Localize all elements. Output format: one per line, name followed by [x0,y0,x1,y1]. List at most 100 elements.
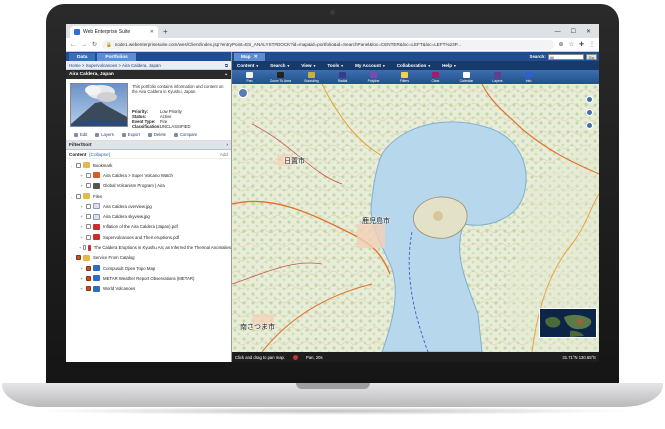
tree-checkbox[interactable] [86,234,91,240]
expand-toggle-icon[interactable]: + [79,214,84,219]
url-field[interactable]: 🔒 node1.webenterprisesuite.com/wes/Clien… [102,39,554,50]
map-view[interactable]: 日置市 鹿児島市 南さつま市 [232,84,599,352]
tree-checkbox[interactable] [86,275,91,281]
tool-clear[interactable]: Clear [421,71,450,83]
tool-info[interactable]: Info [514,71,543,83]
tree-checkbox[interactable] [76,255,81,261]
tree-label[interactable]: The Caldera Eruptions in Kyushu Arc as I… [94,245,231,250]
close-map-tab-icon[interactable]: ✕ [254,55,258,60]
tree-row[interactable]: + The Caldera Eruptions in Kyushu Arc as … [66,242,231,252]
zoom-level-icon[interactable] [586,109,593,116]
tool-radial[interactable]: Radial [328,71,357,83]
forward-icon[interactable]: → [81,42,87,48]
pan-compass-icon[interactable] [238,88,248,98]
tree-label[interactable]: Aira Caldera > Super Volcano Watch [103,173,173,178]
menu-content[interactable]: Content [237,63,254,68]
go-button[interactable]: Go [585,53,597,60]
tree-label[interactable]: Global Volcanism Program | Aira [103,183,165,188]
overview-map[interactable] [539,308,597,338]
menu-tools[interactable]: Tools [327,63,339,68]
breadcrumb-text[interactable]: Home > Supervolcanoes > Aira Caldera, Ja… [69,63,161,68]
zoom-out-icon[interactable] [586,122,593,129]
search-scope-select[interactable]: All [547,53,584,60]
delete-button[interactable]: Delete [147,132,166,137]
tool-zoom-to-area[interactable]: Zoom To Area [266,71,295,83]
tree-label[interactable]: Bookmark [93,163,112,168]
tree-label[interactable]: Files [93,194,102,199]
bookmark-star-icon[interactable]: ☆ [569,41,574,48]
tool-pan[interactable]: Pan [235,71,264,83]
tree-row[interactable]: + Supervolcanoes and Their eruptions.pdf [66,232,231,242]
tree-label[interactable]: Aira Caldera skyview.jpg [103,214,150,219]
expand-toggle-icon[interactable]: + [79,173,84,178]
tree-checkbox[interactable] [86,286,91,292]
tree-row[interactable]: + Aira Caldera overview.jpg [66,201,231,211]
close-tab-icon[interactable]: ✕ [150,29,154,35]
record-icon[interactable] [293,354,299,360]
popout-icon[interactable]: ⧉ [225,63,228,68]
tree-row[interactable]: + Aira Caldera skyview.jpg [66,211,231,221]
tool-filters[interactable]: Filters [390,71,419,83]
tree-label[interactable]: World Volcanoes [103,286,135,291]
tab-data[interactable]: Data [69,53,96,61]
tree-row[interactable]: + Compusult Open Topo Map [66,263,231,273]
tree-checkbox[interactable] [76,193,81,199]
expand-toggle-icon[interactable]: - [69,255,74,260]
tree-checkbox[interactable] [83,245,87,251]
menu-dots-icon[interactable]: ⋮ [589,41,595,48]
tree-row[interactable]: + METAR Weather Report Observations (META… [66,273,231,283]
tool-polyline[interactable]: Polyline [359,71,388,83]
expand-toggle-icon[interactable]: - [69,163,74,168]
expand-toggle-icon[interactable]: - [69,194,74,199]
menu-view[interactable]: View [301,63,311,68]
compare-button[interactable]: Compare [174,132,197,137]
reload-icon[interactable]: ↻ [92,41,97,48]
menu-help[interactable]: Help [442,63,452,68]
collapse-link[interactable]: [Collapse] [89,152,109,157]
layers-button[interactable]: Layers [95,132,114,137]
tree-checkbox[interactable] [86,214,91,220]
volcano-thumbnail[interactable] [70,83,128,127]
tree-row[interactable]: + Inflation of the Aira Caldera (Japan).p… [66,222,231,232]
tool-calendar[interactable]: Calendar [452,71,481,83]
tree-row[interactable]: + Aira Caldera > Super Volcano Watch [66,170,231,180]
tree-checkbox[interactable] [86,265,91,271]
add-content-button[interactable]: Add [220,152,228,157]
expand-toggle-icon[interactable]: + [79,204,84,209]
tree-checkbox[interactable] [76,162,81,168]
tab-portfolios[interactable]: Portfolios [97,53,136,61]
tool-layers[interactable]: Layers [483,71,512,83]
tree-label[interactable]: Supervolcanoes and Their eruptions.pdf [103,235,179,240]
expand-toggle-icon[interactable]: + [79,276,84,281]
edit-button[interactable]: Edit [74,132,87,137]
menu-collaboration[interactable]: Collaboration [397,63,427,68]
collapse-chevron-icon[interactable]: ⌄ [224,72,228,77]
tree-label[interactable]: METAR Weather Report Observations (METAR… [103,276,194,281]
tree-row[interactable]: - Service From Catalog [66,253,231,263]
extensions-icon[interactable]: ✚ [579,41,584,48]
tree-row[interactable]: - Bookmark [66,160,231,170]
filter-sort-bar[interactable]: Filter/Sort › [66,141,231,150]
tree-label[interactable]: Inflation of the Aira Caldera (Japan).pd… [103,224,178,229]
close-window-icon[interactable]: ✕ [586,26,591,38]
back-icon[interactable]: ← [70,42,76,48]
browser-tab[interactable]: Web Enterprise Suite ✕ [70,26,158,38]
tab-map[interactable]: Map ✕ [234,53,265,61]
tree-row[interactable]: + Global Volcanism Program | Aira [66,181,231,191]
maximize-icon[interactable]: ☐ [571,26,576,38]
expand-toggle-icon[interactable]: + [79,245,81,250]
tree-row[interactable]: + World Volcanoes [66,284,231,294]
tree-checkbox[interactable] [86,203,91,209]
tree-checkbox[interactable] [86,224,91,230]
tree-label[interactable]: Service From Catalog [93,255,135,260]
zoom-icon[interactable]: ⊕ [559,41,564,48]
expand-toggle-icon[interactable]: + [79,286,84,291]
minimize-icon[interactable]: — [555,26,561,38]
menu-search[interactable]: Search [270,63,285,68]
expand-toggle-icon[interactable]: + [79,224,84,229]
expand-toggle-icon[interactable]: + [79,266,84,271]
tree-checkbox[interactable] [86,172,91,178]
zoom-in-icon[interactable] [586,96,593,103]
expand-toggle-icon[interactable]: + [79,183,84,188]
new-tab-icon[interactable]: + [163,26,168,38]
